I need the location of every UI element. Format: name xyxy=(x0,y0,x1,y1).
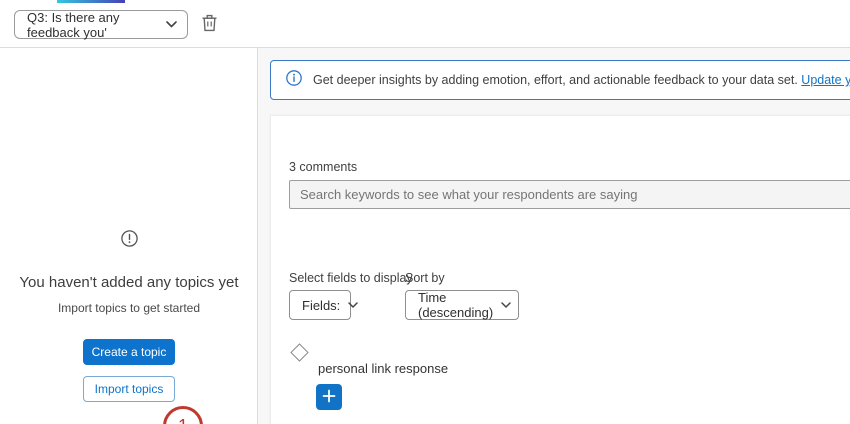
fields-select-label: Select fields to display xyxy=(289,271,413,285)
diamond-field-icon xyxy=(290,343,308,361)
top-bar: Q3: Is there any feedback you' xyxy=(0,0,850,48)
fields-dropdown-value: Fields: xyxy=(302,298,340,313)
question-selector-value: Q3: Is there any feedback you' xyxy=(27,10,158,40)
delete-question-button[interactable] xyxy=(198,13,220,35)
update-data-set-link[interactable]: Update your data set xyxy=(801,73,850,87)
create-topic-button[interactable]: Create a topic xyxy=(83,339,175,365)
empty-state-subtitle: Import topics to get started xyxy=(0,301,258,315)
chevron-down-icon xyxy=(501,302,511,308)
sort-dropdown-value: Time (descending) xyxy=(418,290,493,320)
question-selector-dropdown[interactable]: Q3: Is there any feedback you' xyxy=(14,10,188,39)
sort-dropdown[interactable]: Time (descending) xyxy=(405,290,519,320)
step-annotation-badge: 1 xyxy=(163,406,203,424)
plus-icon xyxy=(322,389,336,406)
topics-empty-state: You haven't added any topics yet Import … xyxy=(0,230,258,402)
topics-panel: You haven't added any topics yet Import … xyxy=(0,48,258,424)
info-banner: Get deeper insights by adding emotion, e… xyxy=(270,60,850,100)
response-type-label: personal link response xyxy=(318,361,448,376)
chevron-down-icon xyxy=(348,302,358,308)
comments-card: 3 comments Select fields to display Sort… xyxy=(270,115,850,424)
sort-by-label: Sort by xyxy=(405,271,445,285)
keyword-search-input[interactable] xyxy=(289,180,850,209)
chevron-down-icon xyxy=(166,21,177,28)
import-topics-button[interactable]: Import topics xyxy=(83,376,175,402)
active-tab-indicator xyxy=(57,0,125,3)
info-icon xyxy=(286,70,302,91)
alert-circle-icon xyxy=(121,230,138,252)
add-response-button[interactable] xyxy=(316,384,342,410)
fields-dropdown[interactable]: Fields: xyxy=(289,290,351,320)
info-banner-text: Get deeper insights by adding emotion, e… xyxy=(313,73,850,87)
empty-state-title: You haven't added any topics yet xyxy=(0,274,258,291)
trash-icon xyxy=(201,13,218,35)
comments-count: 3 comments xyxy=(289,160,357,174)
